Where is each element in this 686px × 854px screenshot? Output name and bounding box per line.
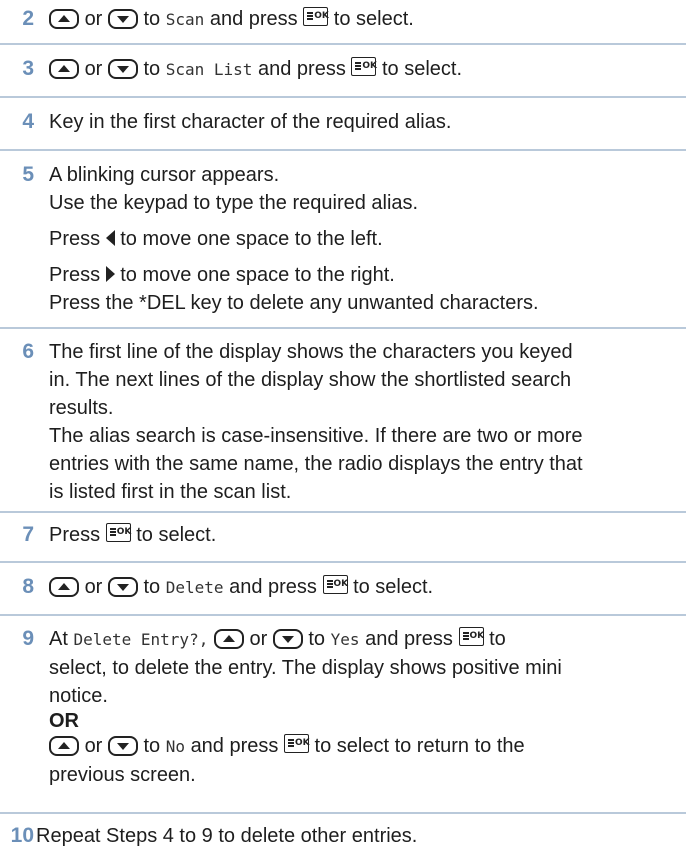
divider [0, 511, 686, 513]
step-number: 5 [22, 163, 34, 186]
down-arrow-key-icon [107, 9, 138, 29]
step-5: 5 A blinking cursor appears. Use the key… [0, 161, 686, 331]
step-number: 2 [22, 7, 34, 30]
step-9: 9 At Delete Entry?, or to Yes and press … [0, 625, 686, 805]
menu-ok-key-icon: OK [105, 523, 131, 542]
divider [0, 327, 686, 329]
up-arrow-key-icon [49, 9, 79, 29]
right-arrow-icon [105, 266, 115, 282]
step-2: 2 or to Scan and press OK to select. [0, 5, 686, 39]
menu-item-label: No [165, 737, 185, 756]
step-number: 10 [10, 824, 34, 847]
menu-item-label: Yes [330, 630, 360, 649]
step-number: 3 [22, 57, 34, 80]
menu-item-label: Scan [165, 10, 205, 29]
step-4: 4 Key in the first character of the requ… [0, 108, 686, 142]
up-arrow-key-icon [213, 629, 244, 649]
down-arrow-key-icon [107, 59, 138, 79]
or-label: OR [49, 710, 79, 732]
menu-ok-key-icon: OK [458, 627, 484, 646]
step-8: 8 or to Delete and press OK to select. [0, 573, 686, 607]
down-arrow-key-icon [107, 736, 138, 756]
step-6: 6 The first line of the display shows th… [0, 338, 686, 508]
step-number: 8 [22, 575, 34, 598]
left-arrow-icon [105, 230, 115, 246]
menu-item-label: Scan List [165, 60, 253, 79]
step-number: 4 [22, 110, 34, 133]
step-number: 6 [22, 340, 34, 363]
divider [0, 561, 686, 563]
up-arrow-key-icon [49, 59, 79, 79]
divider [0, 96, 686, 98]
divider [0, 812, 686, 814]
menu-ok-key-icon: OK [283, 734, 310, 753]
menu-ok-key-icon: OK [303, 7, 329, 26]
divider [0, 149, 686, 151]
step-number: 7 [22, 523, 34, 546]
down-arrow-key-icon [272, 629, 303, 649]
down-arrow-key-icon [107, 577, 138, 597]
step-10: 10 Repeat Steps 4 to 9 to delete other e… [0, 822, 686, 852]
divider [0, 614, 686, 616]
menu-ok-key-icon: OK [351, 57, 377, 76]
step-number: 9 [22, 627, 34, 650]
step-3: 3 or to Scan List and press OK to select… [0, 55, 686, 89]
step-7: 7 Press OK to select. [0, 521, 686, 555]
menu-item-label: Delete [165, 578, 224, 597]
menu-ok-key-icon: OK [322, 575, 348, 594]
up-arrow-key-icon [49, 577, 79, 597]
prompt-label: Delete Entry?, [73, 630, 209, 649]
divider [0, 43, 686, 45]
up-arrow-key-icon [49, 736, 79, 756]
